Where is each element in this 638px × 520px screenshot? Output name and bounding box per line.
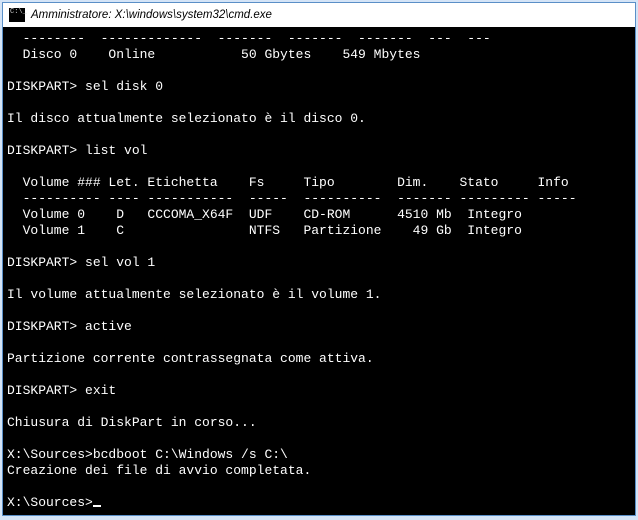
response-bcdboot: Creazione dei file di avvio completata. <box>7 463 311 478</box>
cmd-window: Amministratore: X:\windows\system32\cmd.… <box>2 2 636 516</box>
disk-row-0: Disco 0 Online 50 Gbytes 549 Mbytes <box>7 47 420 62</box>
volume-row-0: Volume 0 D CCCOMA_X64F UDF CD-ROM 4510 M… <box>7 207 522 222</box>
volume-separator: ---------- ---- ----------- ----- ------… <box>7 191 577 206</box>
prompt-sel-vol: DISKPART> sel vol 1 <box>7 255 155 270</box>
prompt-sel-disk: DISKPART> sel disk 0 <box>7 79 163 94</box>
terminal-output[interactable]: -------- ------------- ------- ------- -… <box>3 27 635 515</box>
volume-header: Volume ### Let. Etichetta Fs Tipo Dim. S… <box>7 175 569 190</box>
prompt-active: DISKPART> active <box>7 319 132 334</box>
volume-row-1: Volume 1 C NTFS Partizione 49 Gb Integro <box>7 223 522 238</box>
cmd-icon <box>9 8 25 22</box>
window-title: Amministratore: X:\windows\system32\cmd.… <box>31 9 272 21</box>
disk-separator: -------- ------------- ------- ------- -… <box>7 31 491 46</box>
response-vol-selected: Il volume attualmente selezionato è il v… <box>7 287 381 302</box>
prompt-bcdboot: X:\Sources>bcdboot C:\Windows /s C:\ <box>7 447 288 462</box>
response-exit: Chiusura di DiskPart in corso... <box>7 415 257 430</box>
response-disk-selected: Il disco attualmente selezionato è il di… <box>7 111 366 126</box>
cursor <box>93 505 101 507</box>
prompt-list-vol: DISKPART> list vol <box>7 143 147 158</box>
titlebar[interactable]: Amministratore: X:\windows\system32\cmd.… <box>3 3 635 27</box>
prompt-current: X:\Sources> <box>7 495 93 510</box>
response-active: Partizione corrente contrassegnata come … <box>7 351 374 366</box>
prompt-exit: DISKPART> exit <box>7 383 116 398</box>
